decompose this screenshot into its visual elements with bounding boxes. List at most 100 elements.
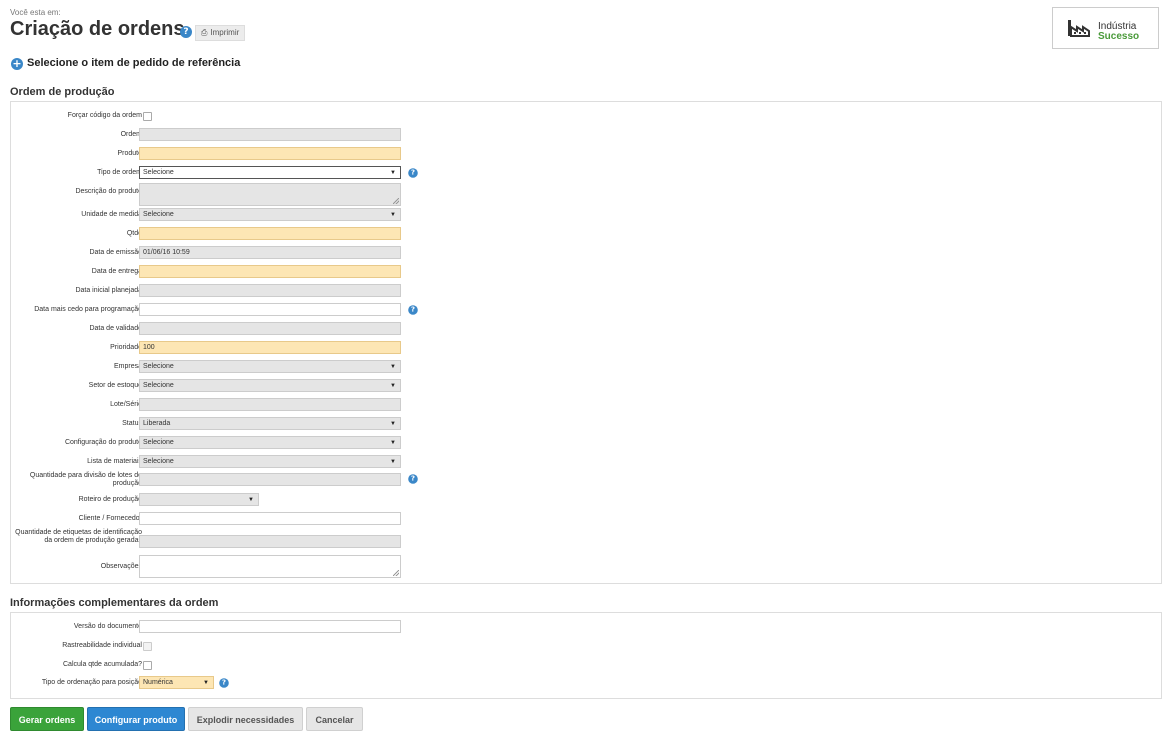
row-unidade: Unidade de medida Selecione (11, 208, 1161, 222)
configuracao-select[interactable]: Selecione (139, 436, 401, 449)
explodir-necessidades-button[interactable]: Explodir necessidades (188, 707, 303, 731)
label-roteiro: Roteiro de produção (78, 496, 142, 503)
row-data-emissao: Data de emissão 01/06/16 10:59 (11, 246, 1161, 260)
cancelar-button[interactable]: Cancelar (306, 707, 363, 731)
resize-grip-icon[interactable] (393, 570, 399, 576)
label-ordem: Ordem (120, 131, 142, 138)
label-data-validade: Data de validade (89, 325, 142, 332)
row-setor-estoque: Setor de estoque Selecione (11, 379, 1161, 393)
label-lista-materiais: Lista de materiais (87, 458, 142, 465)
row-descricao: Descrição do produto (11, 183, 1161, 209)
qtd-etiquetas-field[interactable] (139, 535, 401, 548)
lista-materiais-select[interactable]: Selecione (139, 455, 401, 468)
label-observacoes: Observações (100, 563, 142, 570)
gerar-ordens-button[interactable]: Gerar ordens (10, 707, 84, 731)
row-empresa: Empresa Selecione (11, 360, 1161, 374)
label-data-inicial: Data inicial planejada (75, 287, 142, 294)
unidade-select[interactable]: Selecione (139, 208, 401, 221)
row-qtd-divisao: Quantidade para divisão de lotes de prod… (11, 472, 1161, 490)
label-data-mais-cedo: Data mais cedo para programação (34, 306, 142, 313)
label-configuracao: Configuração do produto (64, 439, 142, 446)
descricao-textarea[interactable] (139, 183, 401, 206)
qtd-divisao-field[interactable] (139, 473, 401, 486)
row-data-mais-cedo: Data mais cedo para programação ? (11, 303, 1161, 317)
empresa-select[interactable]: Selecione (139, 360, 401, 373)
factory-icon (1068, 20, 1090, 37)
label-qtd-etiquetas: Quantidade de etiquetas de identificação… (15, 529, 142, 544)
row-roteiro: Roteiro de produção (11, 493, 1161, 507)
label-empresa: Empresa (113, 363, 142, 370)
row-produto: Produto (11, 147, 1161, 161)
label-data-entrega: Data de entrega (91, 268, 142, 275)
breadcrumb: Você esta em: (10, 8, 61, 17)
setor-estoque-select[interactable]: Selecione (139, 379, 401, 392)
ordem-field[interactable] (139, 128, 401, 141)
row-lote-serie: Lote/Série (11, 398, 1161, 412)
data-mais-cedo-help-icon[interactable]: ? (408, 305, 418, 315)
label-tipo-ordenacao: Tipo de ordenação para posição (41, 679, 142, 686)
row-cliente: Cliente / Fornecedor (11, 512, 1161, 526)
tipo-ordenacao-select[interactable]: Numérica (139, 676, 214, 689)
tipo-ordenacao-help-icon[interactable]: ? (219, 678, 229, 688)
prioridade-field[interactable]: 100 (139, 341, 401, 354)
data-entrega-field[interactable] (139, 265, 401, 278)
row-configuracao: Configuração do produto Selecione (11, 436, 1161, 450)
qtd-divisao-help-icon[interactable]: ? (408, 474, 418, 484)
complementary-info-panel: Versão do documento Rastreabilidade indi… (10, 612, 1162, 699)
row-prioridade: Prioridade 100 (11, 341, 1161, 355)
row-qtde: Qtde (11, 227, 1161, 241)
production-order-panel: Forçar código da ordem Ordem Produto Tip… (10, 101, 1162, 584)
page-title: Criação de ordens (10, 18, 185, 40)
row-calcula-qtde: Calcula qtde acumulada? (11, 658, 1161, 672)
section-title-production: Ordem de produção (10, 86, 115, 98)
tipo-ordem-select[interactable]: Selecione (139, 166, 401, 179)
configurar-produto-button[interactable]: Configurar produto (87, 707, 185, 731)
tipo-ordem-help-icon[interactable]: ? (408, 168, 418, 178)
row-data-validade: Data de validade (11, 322, 1161, 336)
row-qtd-etiquetas: Quantidade de etiquetas de identificação… (11, 529, 1161, 555)
label-data-emissao: Data de emissão (89, 249, 142, 256)
label-setor-estoque: Setor de estoque (88, 382, 142, 389)
versao-documento-field[interactable] (139, 620, 401, 633)
calcula-qtde-checkbox[interactable] (143, 661, 152, 670)
data-inicial-field[interactable] (139, 284, 401, 297)
roteiro-select[interactable] (139, 493, 259, 506)
label-qtd-divisao: Quantidade para divisão de lotes de prod… (29, 472, 142, 487)
status-select[interactable]: Liberada (139, 417, 401, 430)
row-tipo-ordenacao: Tipo de ordenação para posição Numérica … (11, 676, 1161, 690)
label-descricao: Descrição do produto (75, 188, 142, 195)
produto-field[interactable] (139, 147, 401, 160)
printer-icon: ⎙ (201, 28, 208, 37)
select-reference-item-link[interactable]: + Selecione o item de pedido de referênci… (11, 57, 240, 70)
logo-text-sucesso: Sucesso (1098, 31, 1140, 42)
data-mais-cedo-field[interactable] (139, 303, 401, 316)
label-status: Status (122, 420, 142, 427)
observacoes-textarea[interactable] (139, 555, 401, 578)
qtde-field[interactable] (139, 227, 401, 240)
rastreabilidade-checkbox[interactable] (143, 642, 152, 651)
reference-link-label: Selecione o item de pedido de referência (27, 57, 241, 69)
lote-serie-field[interactable] (139, 398, 401, 411)
row-rastreabilidade: Rastreabilidade individual (11, 639, 1161, 653)
cliente-field[interactable] (139, 512, 401, 525)
label-tipo-ordem: Tipo de ordem (97, 169, 142, 176)
plus-icon: + (11, 57, 23, 70)
label-calcula-qtde: Calcula qtde acumulada? (63, 661, 142, 668)
label-rastreabilidade: Rastreabilidade individual (62, 642, 142, 649)
label-versao-documento: Versão do documento (73, 623, 142, 630)
resize-grip-icon[interactable] (393, 198, 399, 204)
label-lote-serie: Lote/Série (110, 401, 142, 408)
data-validade-field[interactable] (139, 322, 401, 335)
label-cliente: Cliente / Fornecedor (78, 515, 142, 522)
label-produto: Produto (117, 150, 142, 157)
forcar-codigo-checkbox[interactable] (143, 112, 152, 121)
row-data-inicial: Data inicial planejada (11, 284, 1161, 298)
help-icon[interactable]: ? (180, 26, 192, 38)
row-versao-documento: Versão do documento (11, 620, 1161, 634)
company-logo: Indústria Sucesso (1052, 7, 1159, 49)
data-emissao-field[interactable]: 01/06/16 10:59 (139, 246, 401, 259)
print-button[interactable]: ⎙ Imprimir (195, 25, 246, 41)
row-forcar-codigo: Forçar código da ordem (11, 109, 1161, 123)
row-observacoes: Observações (11, 555, 1161, 579)
print-label: Imprimir (210, 28, 240, 37)
